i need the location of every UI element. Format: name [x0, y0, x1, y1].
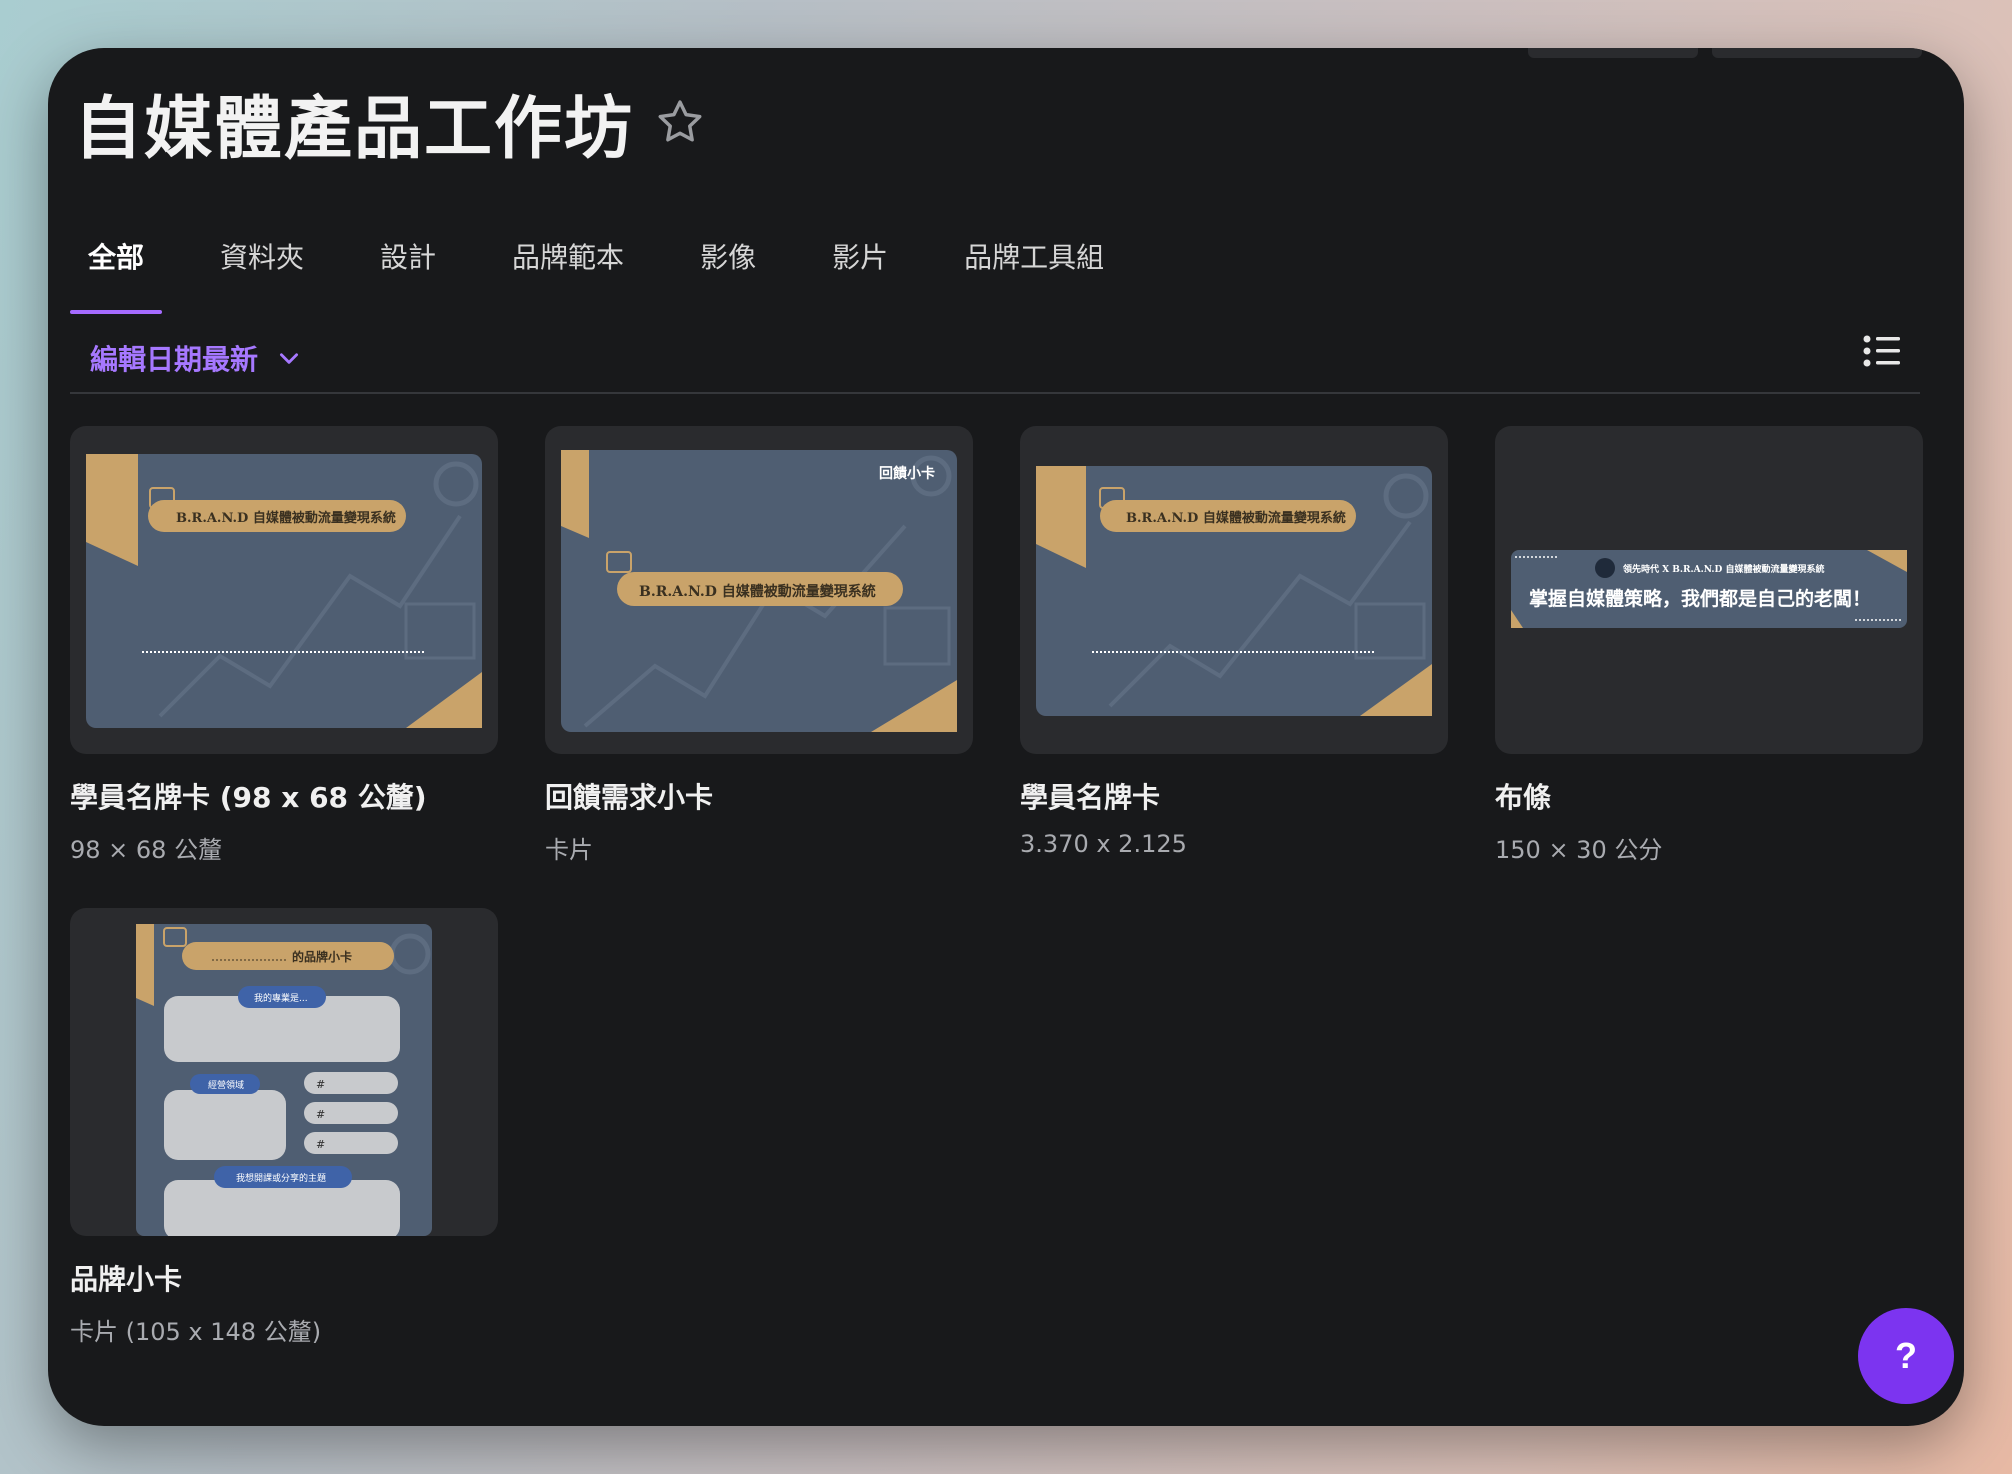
card-subtitle: 150 × 30 公分: [1495, 836, 1663, 864]
page-title: 自媒體產品工作坊: [74, 89, 635, 169]
thumbnail-text: 回饋小卡: [879, 465, 935, 482]
divider: [70, 392, 1920, 394]
tab-folders[interactable]: 資料夾: [202, 198, 322, 314]
thumbnail-graphic: 的品牌小卡 我的專業是... 經營領域 # # # 我想開課或分享的主題: [136, 924, 432, 1236]
thumbnail-text: #: [316, 1138, 325, 1151]
thumbnail-text: #: [316, 1108, 325, 1121]
star-icon[interactable]: [654, 96, 706, 148]
thumbnail-text: B.R.A.N.D 自媒體被動流量變現系統: [176, 510, 396, 526]
thumbnail-text: 的品牌小卡: [292, 949, 352, 964]
card-subtitle: 卡片 (105 x 148 公釐): [70, 1318, 322, 1346]
card-subtitle: 98 × 68 公釐: [70, 836, 223, 864]
title-row: 自媒體產品工作坊: [74, 72, 706, 172]
thumbnail-text: B.R.A.N.D 自媒體被動流量變現系統: [1126, 510, 1346, 526]
tab-bar: 全部 資料夾 設計 品牌範本 影像 影片 品牌工具組: [70, 198, 1162, 314]
sort-label: 編輯日期最新: [90, 343, 259, 376]
thumbnail-text: 我的專業是...: [254, 992, 308, 1004]
design-thumbnail[interactable]: B.R.A.N.D 自媒體被動流量變現系統: [1020, 426, 1448, 754]
card-title[interactable]: 回饋需求小卡: [545, 776, 973, 816]
design-thumbnail[interactable]: 的品牌小卡 我的專業是... 經營領域 # # # 我想開課或分享的主題: [70, 908, 498, 1236]
design-card[interactable]: 領先時代 X B.R.A.N.D 自媒體被動流量變現系統 掌握自媒體策略，我們都…: [1495, 426, 1923, 865]
thumbnail-graphic: 領先時代 X B.R.A.N.D 自媒體被動流量變現系統 掌握自媒體策略，我們都…: [1511, 550, 1907, 628]
thumbnail-graphic: B.R.A.N.D 自媒體被動流量變現系統: [1036, 466, 1432, 716]
card-title[interactable]: 布條: [1495, 776, 1923, 816]
thumbnail-text: #: [316, 1078, 325, 1091]
chevron-down-icon: [280, 353, 299, 364]
thumbnail-text: 經營領域: [208, 1079, 244, 1091]
tab-designs[interactable]: 設計: [362, 198, 454, 314]
card-title[interactable]: 學員名牌卡 (98 x 68 公釐): [70, 776, 498, 816]
design-thumbnail[interactable]: B.R.A.N.D 自媒體被動流量變現系統: [70, 426, 498, 754]
sort-dropdown[interactable]: 編輯日期最新: [90, 338, 302, 378]
thumbnail-text: 我想開課或分享的主題: [236, 1172, 326, 1184]
thumbnail-text: B.R.A.N.D 自媒體被動流量變現系統: [639, 583, 876, 600]
help-button[interactable]: ?: [1858, 1308, 1954, 1404]
top-control-stub[interactable]: [1528, 48, 1698, 58]
tab-images[interactable]: 影像: [682, 198, 774, 314]
app-window: 自媒體產品工作坊 全部 資料夾 設計 品牌範本 影像 影片 品牌工具組 編輯日期…: [48, 48, 1964, 1426]
design-card[interactable]: 的品牌小卡 我的專業是... 經營領域 # # # 我想開課或分享的主題 品牌小…: [70, 908, 498, 1347]
tab-videos[interactable]: 影片: [814, 198, 906, 314]
card-subtitle: 3.370 x 2.125: [1020, 830, 1187, 858]
tab-all[interactable]: 全部: [70, 198, 163, 314]
design-card[interactable]: B.R.A.N.D 自媒體被動流量變現系統 學員名牌卡 (98 x 68 公釐)…: [70, 426, 498, 865]
design-card[interactable]: 回饋小卡 B.R.A.N.D 自媒體被動流量變現系統 回饋需求小卡 卡片: [545, 426, 973, 865]
thumbnail-graphic: 回饋小卡 B.R.A.N.D 自媒體被動流量變現系統: [561, 450, 957, 732]
tab-brand-templates[interactable]: 品牌範本: [494, 198, 642, 314]
card-title[interactable]: 品牌小卡: [70, 1258, 498, 1298]
thumbnail-text: 領先時代 X B.R.A.N.D 自媒體被動流量變現系統: [1623, 563, 1824, 575]
design-thumbnail[interactable]: 領先時代 X B.R.A.N.D 自媒體被動流量變現系統 掌握自媒體策略，我們都…: [1495, 426, 1923, 754]
card-subtitle: 卡片: [545, 836, 593, 864]
thumbnail-graphic: B.R.A.N.D 自媒體被動流量變現系統: [86, 454, 482, 728]
card-title[interactable]: 學員名牌卡: [1020, 776, 1448, 816]
top-control-stub[interactable]: [1712, 48, 1922, 58]
thumbnail-text: 掌握自媒體策略，我們都是自己的老闆！: [1529, 587, 1871, 610]
design-thumbnail[interactable]: 回饋小卡 B.R.A.N.D 自媒體被動流量變現系統: [545, 426, 973, 754]
tab-brand-kit[interactable]: 品牌工具組: [946, 198, 1122, 314]
design-card[interactable]: B.R.A.N.D 自媒體被動流量變現系統 學員名牌卡 3.370 x 2.12…: [1020, 426, 1448, 858]
list-view-icon[interactable]: [1862, 331, 1902, 371]
